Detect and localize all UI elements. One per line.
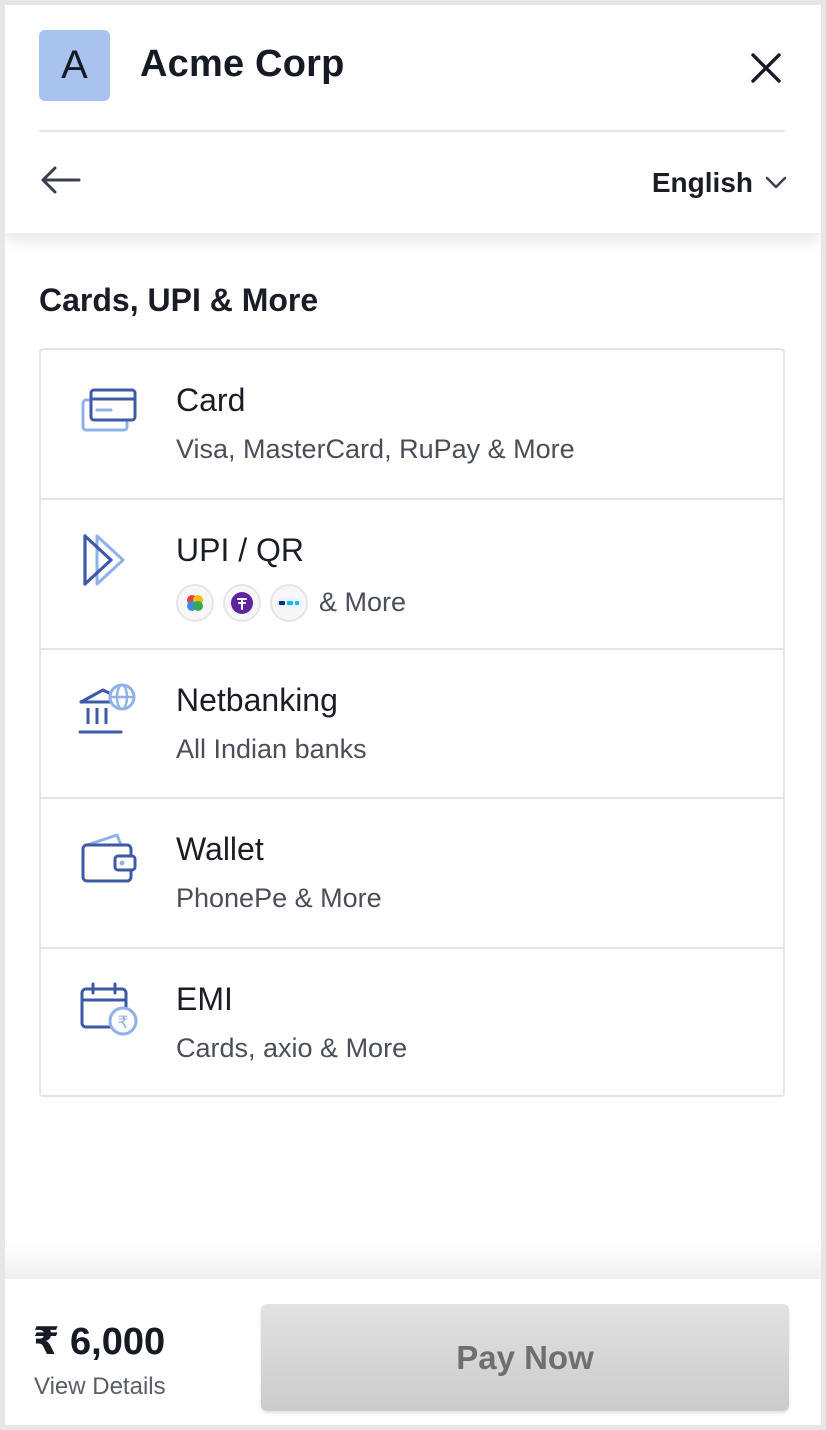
checkout-footer: ₹ 6,000 View Details Pay Now	[5, 1279, 821, 1425]
payment-methods-list: Card Visa, MasterCard, RuPay & More UPI …	[39, 348, 785, 1097]
google-pay-icon	[176, 583, 214, 622]
upi-more-label: & More	[319, 587, 407, 618]
paytm-icon	[270, 583, 308, 622]
arrow-left-icon	[41, 166, 81, 194]
header-divider	[39, 130, 785, 132]
back-button[interactable]	[35, 160, 85, 200]
payment-method-emi[interactable]: ₹ EMI Cards, axio & More	[41, 949, 783, 1099]
payment-method-card[interactable]: Card Visa, MasterCard, RuPay & More	[41, 350, 783, 500]
pay-now-button[interactable]: Pay Now	[261, 1304, 789, 1411]
bank-icon	[78, 683, 136, 734]
method-subtitle: Cards, axio & More	[176, 1033, 408, 1064]
checkout-header: A Acme Corp English	[5, 5, 821, 233]
payment-method-netbanking[interactable]: Netbanking All Indian banks	[41, 650, 783, 800]
upi-apps-row: & More	[176, 583, 406, 623]
method-subtitle: PhonePe & More	[176, 883, 382, 914]
credit-card-icon	[81, 388, 137, 432]
language-label: English	[651, 167, 753, 198]
merchant-logo-letter: A	[61, 43, 88, 87]
close-button[interactable]	[743, 45, 789, 91]
total-amount: ₹ 6,000	[33, 1321, 166, 1363]
language-selector[interactable]: English	[652, 163, 787, 203]
close-icon	[751, 53, 781, 83]
svg-text:₹: ₹	[118, 1013, 129, 1033]
view-details-link[interactable]: View Details	[34, 1373, 166, 1401]
phonepe-icon	[223, 583, 261, 622]
method-title: Netbanking	[176, 681, 338, 718]
merchant-name: Acme Corp	[140, 43, 345, 85]
method-subtitle: All Indian banks	[176, 733, 367, 764]
method-subtitle: Visa, MasterCard, RuPay & More	[176, 434, 575, 464]
method-title: UPI / QR	[176, 531, 305, 568]
emi-calendar-icon: ₹	[80, 982, 138, 1036]
section-title: Cards, UPI & More	[39, 282, 319, 318]
footer-shadow	[5, 1240, 821, 1280]
method-title: Card	[176, 382, 246, 418]
payment-method-wallet[interactable]: Wallet PhonePe & More	[41, 799, 783, 950]
payment-method-upi[interactable]: UPI / QR & More	[41, 500, 783, 650]
merchant-logo: A	[39, 30, 110, 101]
checkout-frame: A Acme Corp English Cards, UPI & More Ca…	[5, 5, 821, 1425]
upi-icon	[83, 534, 125, 586]
chevron-down-icon	[765, 176, 787, 189]
method-title: Wallet	[176, 831, 264, 868]
method-title: EMI	[176, 981, 233, 1018]
wallet-icon	[81, 833, 137, 883]
